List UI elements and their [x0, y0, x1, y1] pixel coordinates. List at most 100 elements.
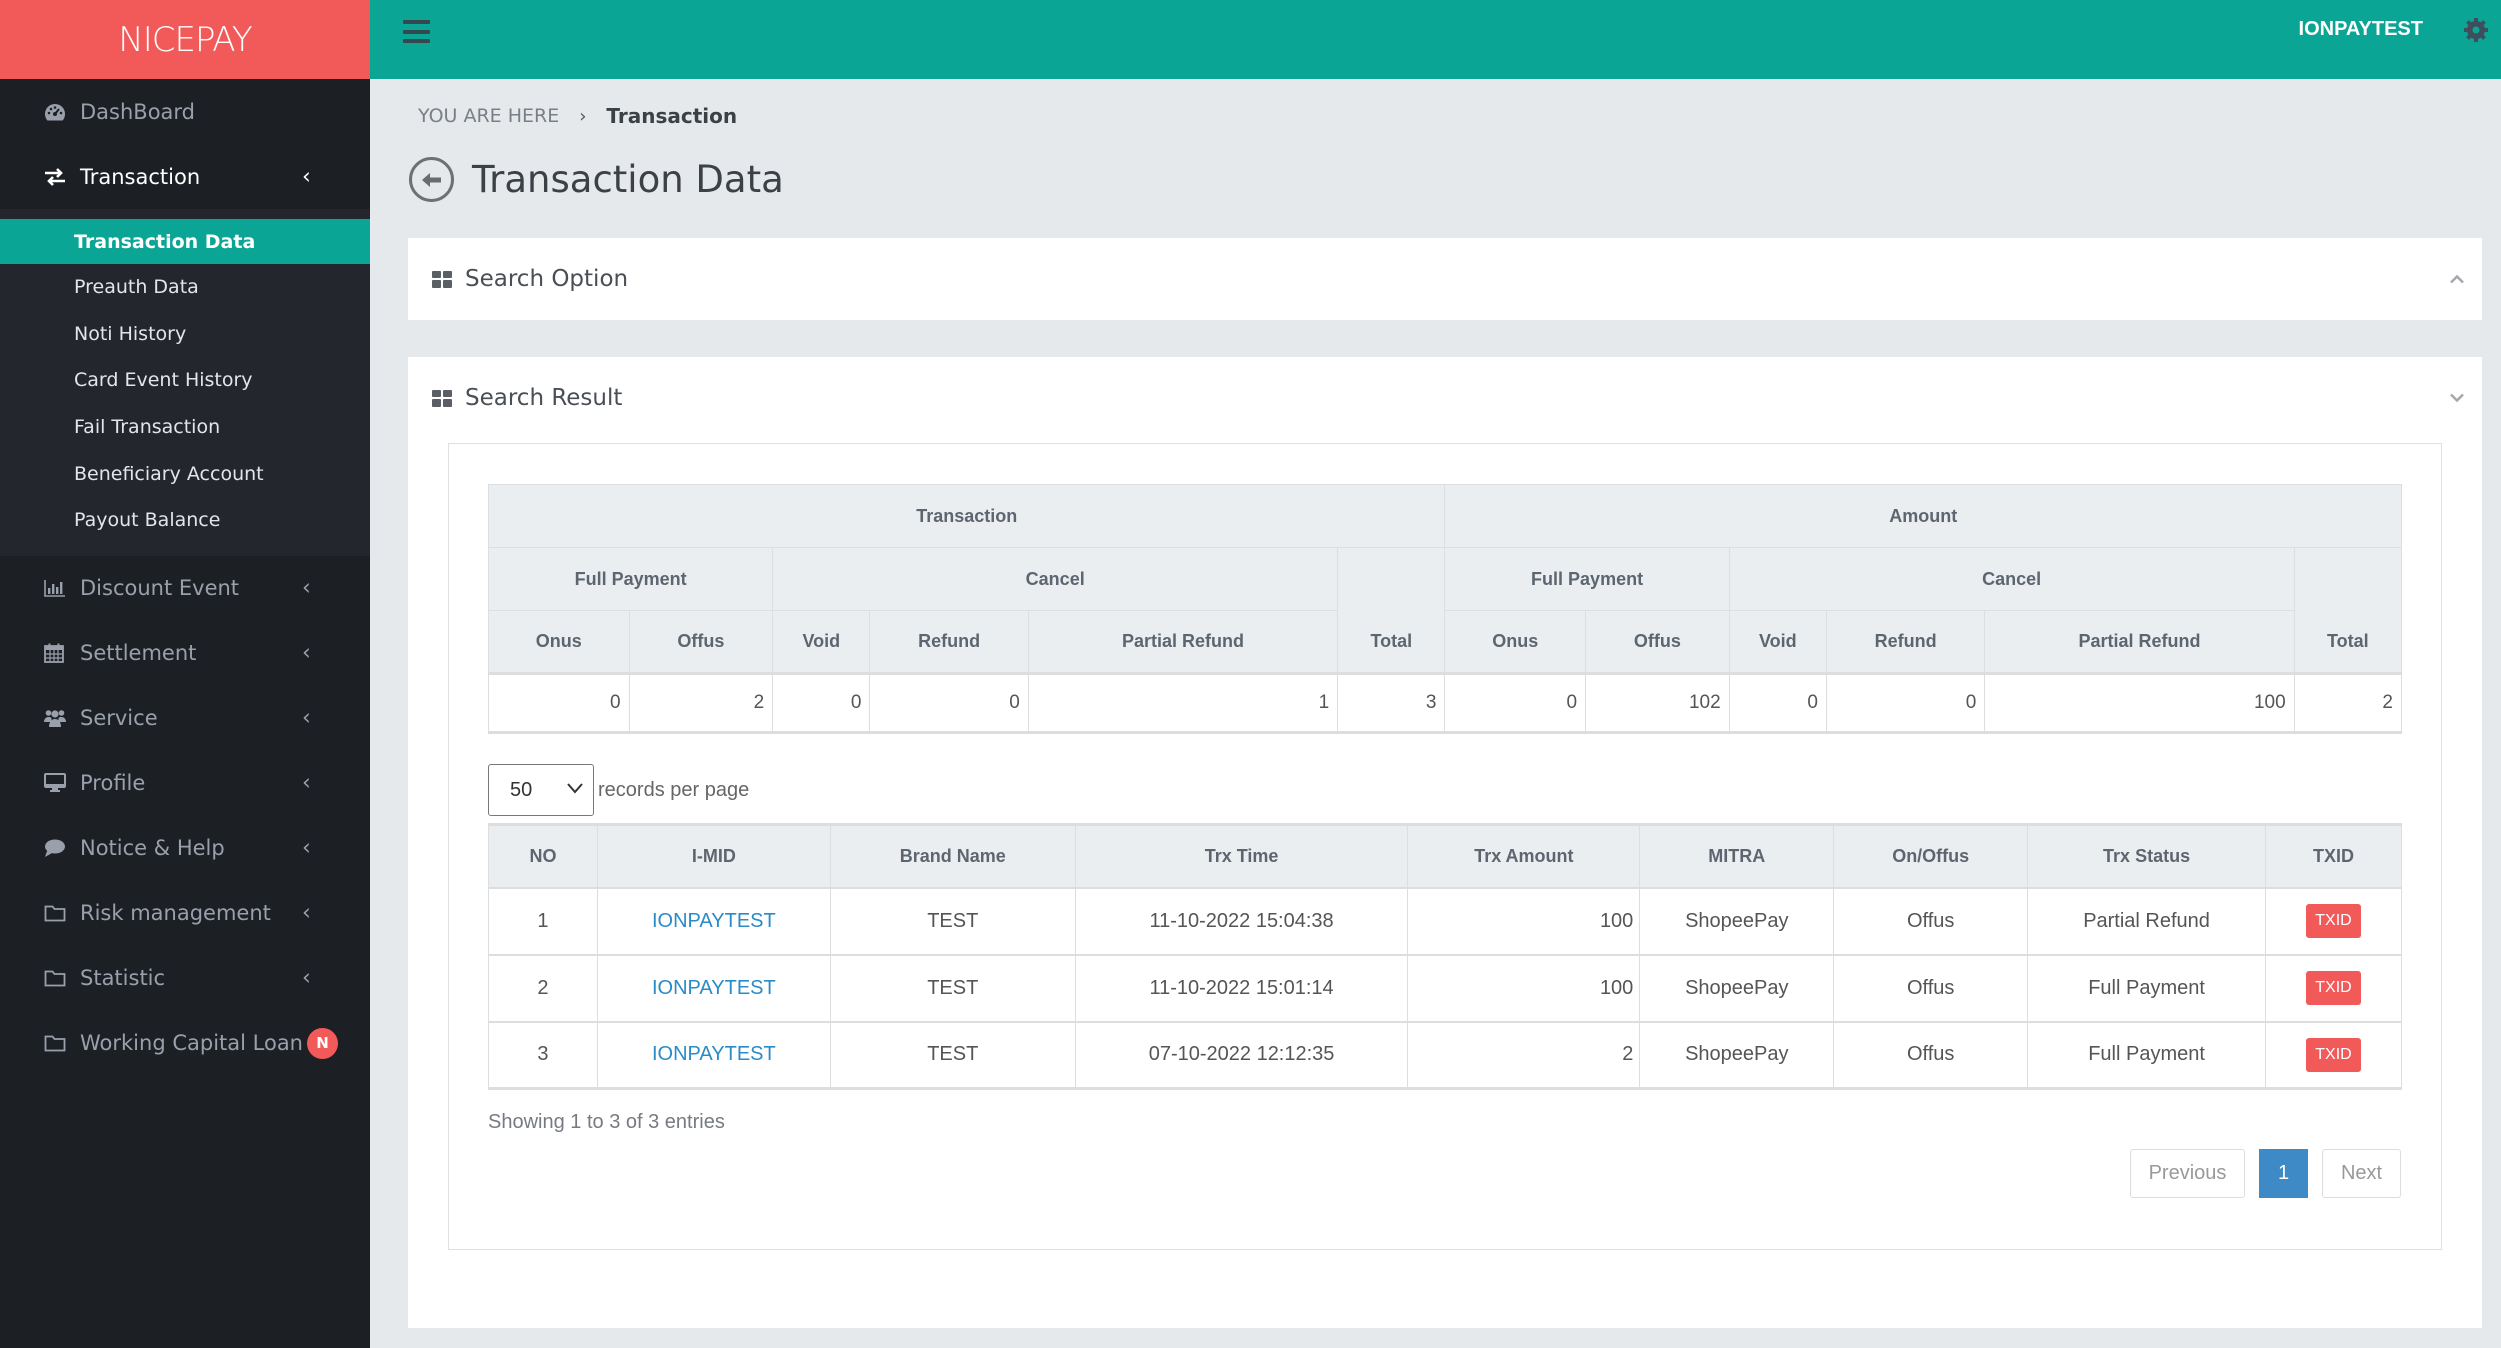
breadcrumb-root: YOU ARE HERE — [418, 105, 560, 127]
col-trx-status[interactable]: Trx Status — [2027, 824, 2266, 888]
imid-link[interactable]: IONPAYTEST — [652, 910, 776, 932]
col-on-offus[interactable]: On/Offus — [1833, 824, 2029, 888]
sidebar-item-noti-history[interactable]: Noti History — [0, 311, 370, 358]
trx-total: 3 — [1337, 673, 1446, 733]
summary-subgroup-full-payment: Full Payment — [1444, 547, 1730, 611]
pagination: Previous 1 Next — [2130, 1149, 2401, 1198]
sidebar-item-settlement[interactable]: Settlement ‹ — [0, 621, 370, 686]
trx-refund: 0 — [869, 673, 1029, 733]
chevron-left-icon: ‹ — [302, 835, 311, 861]
result-container: Transaction Amount Full Payment Cancel T… — [448, 443, 2442, 1250]
summary-col-partial-refund: Partial Refund — [1984, 610, 2295, 674]
records-per-page-value: 50 — [510, 778, 533, 801]
col-brand-name[interactable]: Brand Name — [829, 824, 1076, 888]
bar-chart-icon — [44, 579, 70, 597]
search-option-header[interactable]: Search Option — [408, 238, 2482, 320]
sidebar-item-profile[interactable]: Profile ‹ — [0, 751, 370, 816]
sidebar-item-risk-management[interactable]: Risk management ‹ — [0, 881, 370, 946]
trx-offus: 2 — [628, 673, 774, 733]
search-result-title: Search Result — [465, 385, 623, 411]
page-title: Transaction Data — [472, 158, 784, 201]
summary-col-partial-refund: Partial Refund — [1027, 610, 1339, 674]
transaction-table: NO I-MID Brand Name Trx Time Trx Amount … — [488, 823, 2402, 1090]
chevron-left-icon: ‹ — [302, 575, 311, 601]
page-1-button[interactable]: 1 — [2259, 1149, 2308, 1198]
cell-txid: TXID — [2265, 1021, 2402, 1089]
summary-col-offus: Offus — [1585, 610, 1730, 674]
next-button[interactable]: Next — [2322, 1149, 2401, 1198]
sidebar-item-service[interactable]: Service ‹ — [0, 686, 370, 751]
sidebar-item-statistic[interactable]: Statistic ‹ — [0, 946, 370, 1011]
back-button[interactable] — [409, 157, 454, 202]
summary-group-amount: Amount — [1444, 484, 2402, 548]
search-result-header[interactable]: Search Result — [408, 357, 2482, 439]
sidebar-item-label: Notice & Help — [80, 836, 225, 861]
records-per-page-label: records per page — [598, 778, 750, 801]
sidebar-item-fail-transaction[interactable]: Fail Transaction — [0, 404, 370, 451]
col-imid[interactable]: I-MID — [596, 824, 831, 888]
amt-offus: 102 — [1585, 673, 1730, 733]
amt-void: 0 — [1728, 673, 1827, 733]
breadcrumb-current[interactable]: Transaction — [606, 104, 737, 128]
col-trx-time[interactable]: Trx Time — [1074, 824, 1409, 888]
folder-icon — [44, 969, 70, 987]
col-no[interactable]: NO — [488, 824, 598, 888]
sidebar-item-transaction-data[interactable]: Transaction Data — [0, 219, 370, 264]
users-icon — [44, 708, 70, 728]
summary-subgroup-cancel: Cancel — [1728, 547, 2295, 611]
sidebar-item-beneficiary-account[interactable]: Beneficiary Account — [0, 450, 370, 497]
sidebar-item-preauth-data[interactable]: Preauth Data — [0, 264, 370, 311]
amt-onus: 0 — [1444, 673, 1587, 733]
trx-onus: 0 — [488, 673, 630, 733]
sidebar-item-dashboard[interactable]: DashBoard — [0, 79, 370, 144]
table-row: 3 IONPAYTEST TEST 07-10-2022 12:12:35 2 … — [488, 1021, 2402, 1089]
summary-col-onus: Onus — [1444, 610, 1587, 674]
chevron-left-icon: ‹ — [302, 164, 311, 189]
cell-imid: IONPAYTEST — [596, 954, 831, 1022]
col-mitra[interactable]: MITRA — [1639, 824, 1835, 888]
sidebar-item-working-capital-loan[interactable]: Working Capital Loan N — [0, 1011, 370, 1076]
imid-link[interactable]: IONPAYTEST — [652, 977, 776, 999]
chevron-left-icon: ‹ — [302, 900, 311, 926]
cell-brand: TEST — [829, 1021, 1076, 1089]
cell-time: 07-10-2022 12:12:35 — [1074, 1021, 1409, 1089]
cell-time: 11-10-2022 15:04:38 — [1074, 887, 1409, 955]
summary-col-onus: Onus — [488, 610, 630, 674]
sidebar-item-payout-balance[interactable]: Payout Balance — [0, 497, 370, 544]
summary-col-offus: Offus — [628, 610, 774, 674]
txid-button[interactable]: TXID — [2306, 971, 2361, 1005]
sidebar-item-transaction[interactable]: Transaction ‹ — [0, 144, 370, 209]
gear-icon[interactable] — [2463, 17, 2489, 43]
txid-button[interactable]: TXID — [2306, 1037, 2361, 1072]
sidebar-item-card-event-history[interactable]: Card Event History — [0, 357, 370, 404]
sidebar-item-label: DashBoard — [80, 99, 196, 124]
arrow-left-icon — [421, 172, 441, 187]
chevron-down-icon[interactable] — [2450, 393, 2464, 403]
sidebar-item-label: Statistic — [80, 966, 166, 991]
table-info: Showing 1 to 3 of 3 entries — [488, 1111, 725, 1133]
chevron-up-icon[interactable] — [2450, 274, 2464, 284]
breadcrumb: YOU ARE HERE › Transaction — [418, 104, 737, 128]
username[interactable]: IONPAYTEST — [2299, 18, 2423, 41]
cell-txid: TXID — [2265, 887, 2402, 955]
amt-refund: 0 — [1825, 673, 1986, 733]
menu-toggle-icon[interactable] — [403, 20, 430, 43]
col-txid[interactable]: TXID — [2265, 824, 2402, 888]
sidebar-item-label: Profile — [80, 771, 146, 796]
sidebar-item-label: Transaction — [80, 164, 201, 189]
previous-button[interactable]: Previous — [2130, 1149, 2245, 1198]
cell-status: Partial Refund — [2027, 887, 2266, 955]
folder-icon — [44, 1034, 70, 1052]
col-trx-amount[interactable]: Trx Amount — [1407, 824, 1641, 888]
sidebar-item-notice-help[interactable]: Notice & Help ‹ — [0, 816, 370, 881]
sidebar-item-discount-event[interactable]: Discount Event ‹ — [0, 556, 370, 621]
comment-icon — [44, 838, 70, 858]
records-per-page-select[interactable]: 50 — [488, 764, 594, 816]
new-badge: N — [307, 1027, 338, 1059]
txid-button[interactable]: TXID — [2306, 904, 2361, 938]
summary-table: Transaction Amount Full Payment Cancel T… — [487, 484, 2403, 734]
logo[interactable]: NICEPAY — [0, 0, 370, 79]
desktop-icon — [44, 773, 70, 793]
imid-link[interactable]: IONPAYTEST — [652, 1043, 776, 1065]
cell-imid: IONPAYTEST — [596, 887, 831, 955]
